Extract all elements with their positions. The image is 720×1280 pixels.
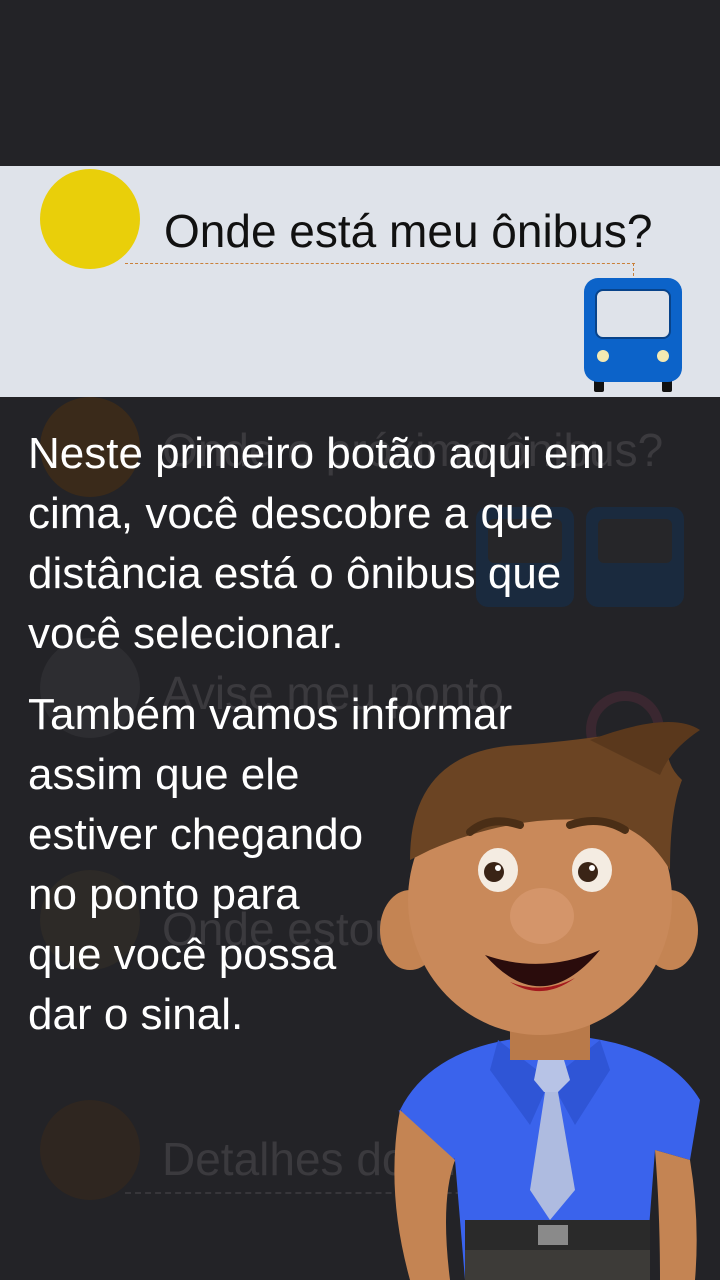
tutorial-line: Neste primeiro botão aqui em xyxy=(28,429,606,478)
highlighted-menu-item[interactable]: Onde está meu ônibus? xyxy=(0,166,720,397)
menu-divider xyxy=(125,263,635,264)
tutorial-text-1: Neste primeiro botão aqui em cima, você … xyxy=(28,424,698,664)
tutorial-line: você selecionar. xyxy=(28,609,344,658)
yellow-circle-icon xyxy=(40,169,140,269)
bus-icon xyxy=(584,278,682,392)
status-bar-area xyxy=(0,0,720,166)
tutorial-line: cima, você descobre a que xyxy=(28,489,554,538)
menu-item-label: Onde está meu ônibus? xyxy=(164,205,653,257)
tutorial-line: distância está o ônibus que xyxy=(28,549,562,598)
guide-character-illustration xyxy=(380,722,700,1280)
menu-item-circle xyxy=(40,1100,140,1200)
